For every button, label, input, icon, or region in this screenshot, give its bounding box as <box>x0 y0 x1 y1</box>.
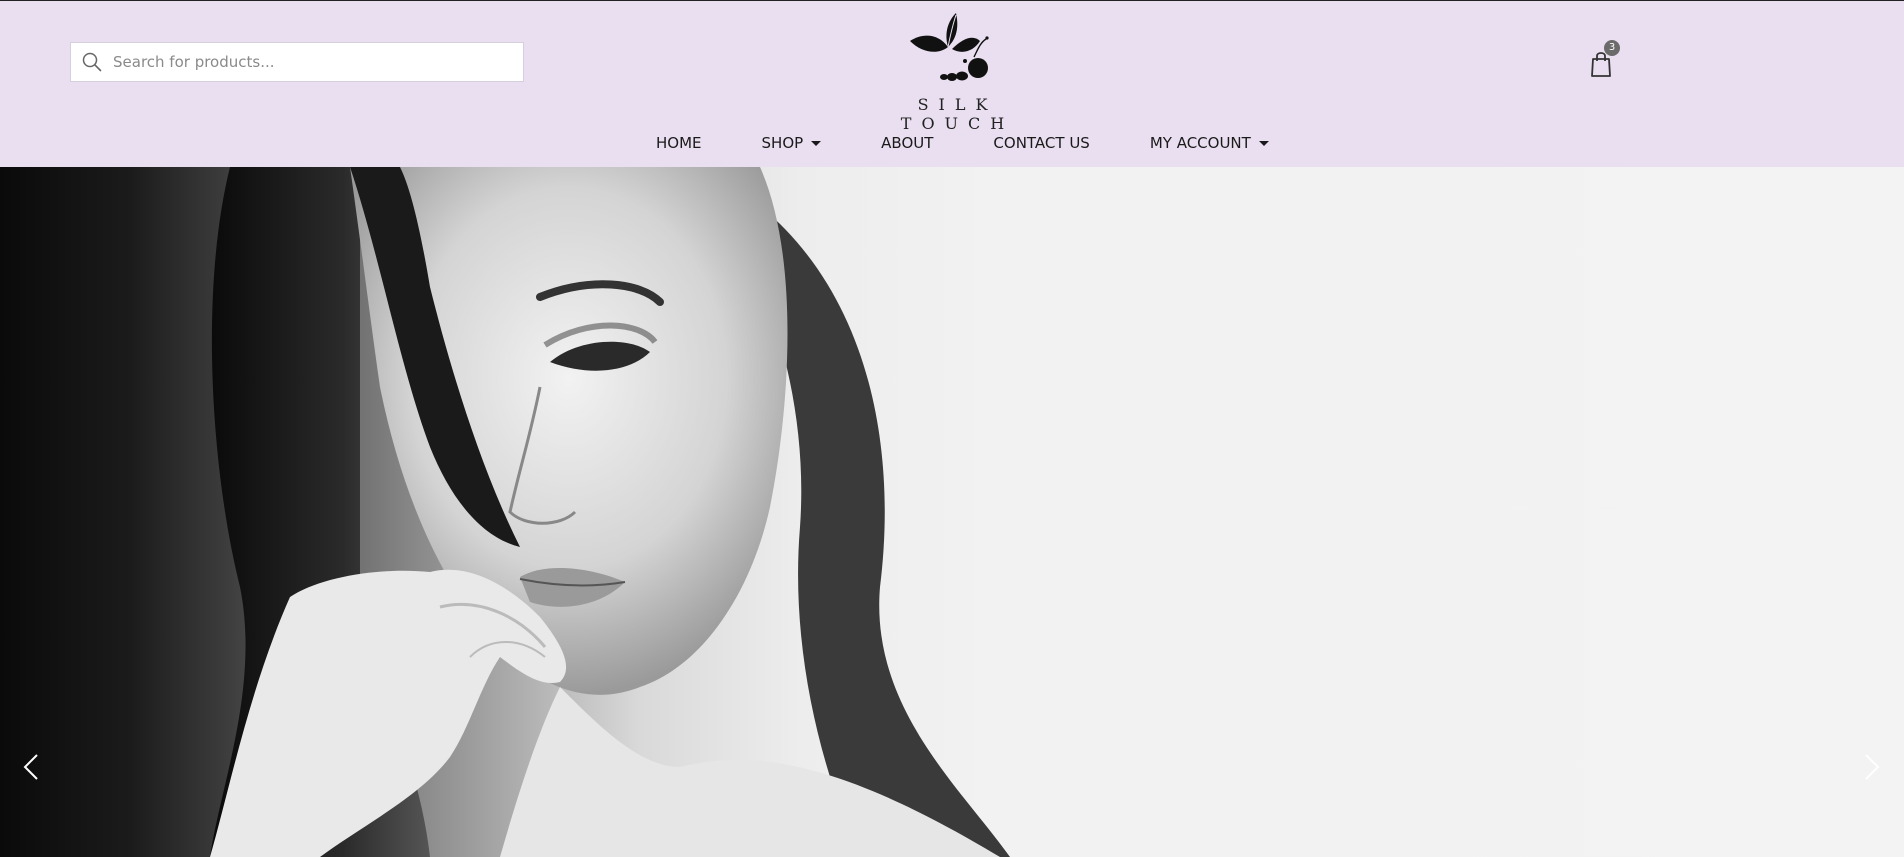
caret-down-icon <box>1258 141 1269 146</box>
product-search[interactable] <box>70 42 524 82</box>
hero-slider <box>0 167 1904 857</box>
slider-prev-button[interactable] <box>19 747 43 787</box>
brand-name: SILK TOUCH <box>900 95 1015 133</box>
chevron-left-icon <box>23 754 38 780</box>
cart-count-badge: 3 <box>1604 40 1620 56</box>
caret-down-icon <box>811 141 822 146</box>
brand-logo[interactable]: SILK TOUCH <box>860 11 1045 133</box>
nav-item-about[interactable]: ABOUT <box>881 134 933 152</box>
cart-button[interactable]: 3 <box>1585 40 1621 81</box>
site-header: SILK TOUCH 3 HOME SHOP ABOUT CONTACT US … <box>0 0 1904 167</box>
nav-item-shop[interactable]: SHOP <box>762 134 822 152</box>
nav-item-label: ABOUT <box>881 134 934 152</box>
search-icon[interactable] <box>81 51 103 73</box>
search-input[interactable] <box>111 52 495 72</box>
nav-item-home[interactable]: HOME <box>656 134 702 152</box>
butterfly-logo-icon <box>909 13 989 81</box>
hero-portrait-image <box>210 167 1010 857</box>
nav-item-label: CONTACT US <box>993 134 1090 152</box>
nav-item-contact[interactable]: CONTACT US <box>993 134 1089 152</box>
nav-item-label: MY ACCOUNT <box>1149 134 1251 152</box>
nav-item-label: HOME <box>656 134 702 152</box>
chevron-right-icon <box>1865 754 1880 780</box>
nav-item-my-account[interactable]: MY ACCOUNT <box>1150 134 1269 152</box>
nav-item-label: SHOP <box>761 134 804 152</box>
slider-next-button[interactable] <box>1860 747 1884 787</box>
